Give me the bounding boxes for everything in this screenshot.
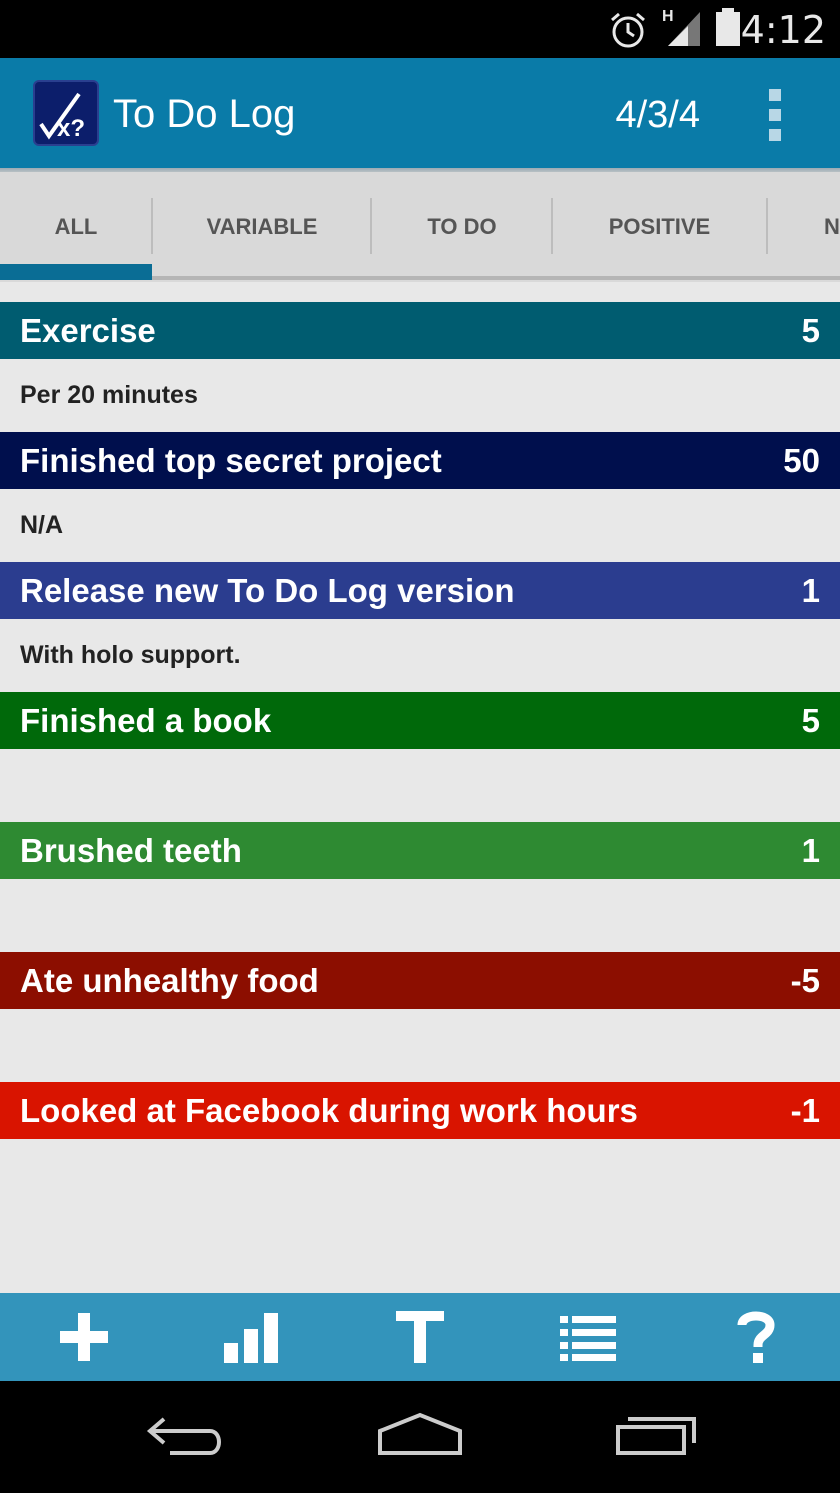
item-points: 5 xyxy=(801,311,820,349)
bottom-toolbar xyxy=(0,1293,840,1381)
tab-indicator xyxy=(0,264,152,280)
item-points: 1 xyxy=(801,571,820,609)
item-title: Brushed teeth xyxy=(20,831,242,869)
item-description xyxy=(0,879,840,952)
list-item[interactable]: Release new To Do Log version 1 With hol… xyxy=(0,562,840,692)
item-header: Ate unhealthy food -5 xyxy=(0,952,840,1009)
list-item[interactable]: Looked at Facebook during work hours -1 xyxy=(0,1082,840,1212)
tab-label: VARIABLE xyxy=(206,214,318,239)
stats-button[interactable] xyxy=(168,1293,336,1381)
list-item[interactable]: Finished top secret project 50 N/A xyxy=(0,432,840,562)
item-title: Finished top secret project xyxy=(20,441,442,479)
status-time: 4:12 xyxy=(740,8,826,52)
item-description: N/A xyxy=(0,489,840,562)
system-nav-bar xyxy=(0,1381,840,1493)
item-description xyxy=(0,749,840,822)
tab-to-do[interactable]: TO DO xyxy=(372,172,552,282)
signal-icon xyxy=(668,12,700,46)
help-button[interactable] xyxy=(672,1293,840,1381)
text-button[interactable] xyxy=(336,1293,504,1381)
stats-icon xyxy=(224,1313,278,1363)
item-header: Brushed teeth 1 xyxy=(0,822,840,879)
add-icon xyxy=(60,1313,108,1361)
list-button[interactable] xyxy=(504,1293,672,1381)
alarm-icon xyxy=(611,12,645,48)
item-header: Looked at Facebook during work hours -1 xyxy=(0,1082,840,1139)
item-header: Finished top secret project 50 xyxy=(0,432,840,489)
tab-label: ALL xyxy=(54,214,98,239)
tab-negative[interactable]: N xyxy=(768,172,840,282)
battery-icon xyxy=(716,8,740,46)
item-points: 5 xyxy=(801,701,820,739)
recents-icon[interactable] xyxy=(606,1409,706,1465)
help-icon xyxy=(737,1311,775,1363)
list-item[interactable]: Finished a book 5 xyxy=(0,692,840,822)
item-title: Looked at Facebook during work hours xyxy=(20,1091,638,1129)
app-logo-icon[interactable]: x? xyxy=(33,80,99,146)
item-header: Release new To Do Log version 1 xyxy=(0,562,840,619)
list-icon xyxy=(560,1316,616,1361)
item-header: Exercise 5 xyxy=(0,302,840,359)
item-points: -1 xyxy=(790,1091,820,1129)
item-title: Exercise xyxy=(20,311,156,349)
list-item[interactable]: Ate unhealthy food -5 xyxy=(0,952,840,1082)
item-title: Finished a book xyxy=(20,701,272,739)
tab-label: TO DO xyxy=(427,214,497,239)
item-description: With holo support. xyxy=(0,619,840,692)
tab-variable[interactable]: VARIABLE xyxy=(152,172,372,282)
task-list: Exercise 5 Per 20 minutes Finished top s… xyxy=(0,302,840,1212)
item-description: Per 20 minutes xyxy=(0,359,840,432)
list-item[interactable]: Brushed teeth 1 xyxy=(0,822,840,952)
item-points: 50 xyxy=(783,441,820,479)
item-header: Finished a book 5 xyxy=(0,692,840,749)
home-icon[interactable] xyxy=(372,1409,472,1465)
action-bar: x? To Do Log 4/3/4 xyxy=(0,58,840,168)
item-points: 1 xyxy=(801,831,820,869)
tab-label: POSITIVE xyxy=(608,214,711,239)
tab-bar: ALL VARIABLE TO DO POSITIVE N xyxy=(0,172,840,282)
score-summary: 4/3/4 xyxy=(615,94,700,136)
list-item[interactable]: Exercise 5 Per 20 minutes xyxy=(0,302,840,432)
app-title: To Do Log xyxy=(113,92,296,136)
add-button[interactable] xyxy=(0,1293,168,1381)
tab-positive[interactable]: POSITIVE xyxy=(552,172,767,282)
back-icon[interactable] xyxy=(140,1409,240,1465)
item-points: -5 xyxy=(790,961,820,999)
status-bar: H 4:12 xyxy=(0,0,840,58)
svg-text:x?: x? xyxy=(57,115,85,142)
text-icon xyxy=(396,1311,444,1363)
tab-label: N xyxy=(824,214,840,239)
item-title: Release new To Do Log version xyxy=(20,571,515,609)
overflow-menu-icon[interactable] xyxy=(760,86,790,146)
item-description xyxy=(0,1139,840,1212)
item-description xyxy=(0,1009,840,1082)
item-title: Ate unhealthy food xyxy=(20,961,319,999)
